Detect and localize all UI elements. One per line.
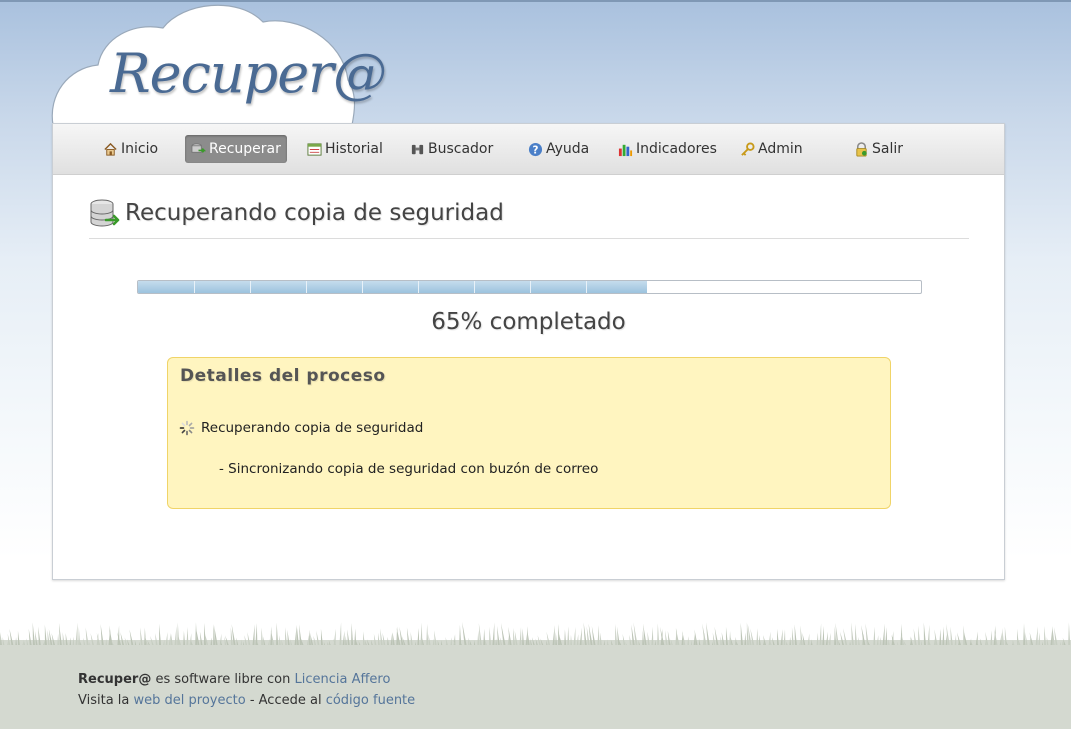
source-code-link[interactable]: código fuente (326, 693, 415, 708)
nav-item-admin[interactable]: Admin (734, 135, 809, 163)
progress-label: 65% completado (431, 309, 626, 335)
process-details-box: Detalles del proceso Recuperando copia d… (167, 357, 891, 509)
footer-text: es software libre con (151, 672, 295, 687)
progress-segment-divider (418, 281, 419, 293)
grass-decoration (0, 622, 1071, 650)
app-logo[interactable]: Recuper@ (110, 42, 387, 105)
progress-segment-divider (250, 281, 251, 293)
nav-label: Ayuda (546, 141, 590, 157)
nav-label: Inicio (121, 141, 159, 157)
nav-item-inicio[interactable]: Inicio (97, 135, 164, 163)
nav-item-historial[interactable]: Historial (301, 135, 389, 163)
footer-brand: Recuper@ (78, 672, 152, 687)
nav-item-buscador[interactable]: Buscador (404, 135, 499, 163)
navbar: Inicio Recuperar Historial Buscador ? Ay… (53, 124, 1004, 175)
progress-segment-divider (530, 281, 531, 293)
help-icon: ? (528, 142, 543, 156)
database-restore-icon (90, 199, 120, 227)
progress-segment-divider (586, 281, 587, 293)
details-title: Detalles del proceso (180, 366, 386, 386)
nav-item-recuperar[interactable]: Recuperar (185, 135, 287, 163)
nav-label: Historial (325, 141, 383, 157)
progress-bar (137, 280, 922, 294)
history-icon (307, 142, 322, 156)
progress-segment-divider (474, 281, 475, 293)
key-icon (741, 141, 755, 156)
binoculars-icon (411, 144, 424, 154)
project-website-link[interactable]: web del proyecto (134, 693, 246, 708)
nav-label: Indicadores (636, 141, 717, 157)
nav-item-ayuda[interactable]: ? Ayuda (522, 135, 595, 163)
lock-icon (856, 141, 867, 157)
spinner-icon (179, 420, 195, 436)
process-step: Recuperando copia de seguridad (179, 420, 423, 436)
progress-segment-divider (362, 281, 363, 293)
nav-label: Buscador (428, 141, 494, 157)
nav-label: Recuperar (209, 141, 281, 157)
footer-license-line: Recuper@ es software libre con Licencia … (78, 672, 390, 687)
progress-fill (138, 281, 647, 293)
nav-item-indicadores[interactable]: Indicadores (612, 135, 723, 163)
page-header: Recuperando copia de seguridad (89, 198, 969, 239)
footer-links-line: Visita la web del proyecto - Accede al c… (78, 693, 415, 708)
process-substep: - Sincronizando copia de seguridad con b… (219, 461, 599, 477)
nav-label: Admin (758, 141, 803, 157)
progress-segment-divider (194, 281, 195, 293)
footer-text: Visita la (78, 693, 134, 708)
recover-icon (191, 142, 206, 153)
home-icon (104, 142, 117, 156)
svg-text:?: ? (533, 144, 539, 156)
nav-item-salir[interactable]: Salir (848, 135, 909, 163)
main-panel: Inicio Recuperar Historial Buscador ? Ay… (52, 123, 1005, 580)
nav-label: Salir (872, 141, 904, 157)
license-link[interactable]: Licencia Affero (294, 672, 390, 687)
footer: Recuper@ es software libre con Licencia … (0, 645, 1071, 729)
progress-segment-divider (306, 281, 307, 293)
page-title: Recuperando copia de seguridad (125, 200, 504, 226)
chart-icon (618, 144, 633, 156)
process-step-label: Recuperando copia de seguridad (201, 420, 424, 436)
footer-text: - Accede al (245, 693, 326, 708)
